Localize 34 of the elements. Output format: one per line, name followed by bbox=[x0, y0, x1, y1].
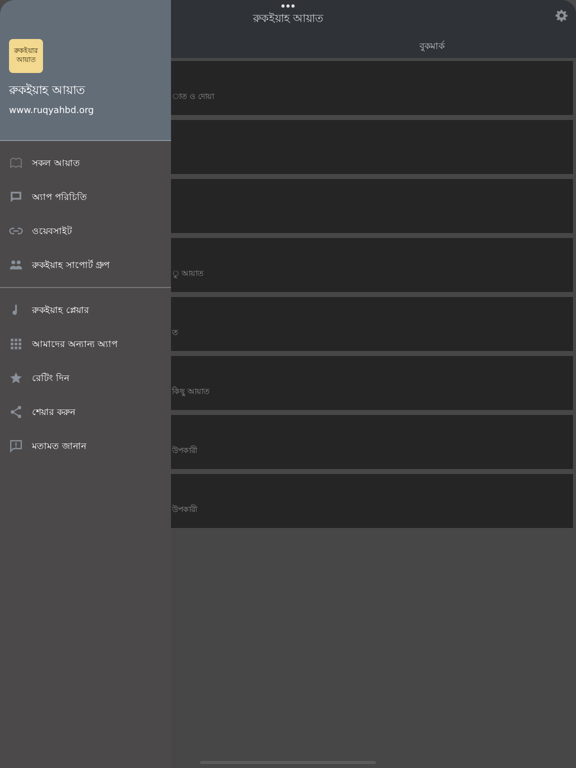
menu-item[interactable]: রুকইয়াহ সাপোর্ট গ্রুপ bbox=[32, 258, 110, 272]
tab[interactable]: বুকমার্ক bbox=[288, 39, 576, 58]
menu-item[interactable]: ওয়েবসাইট bbox=[32, 224, 72, 238]
more-icon[interactable] bbox=[281, 4, 295, 8]
chat-icon bbox=[9, 190, 23, 204]
card-subtitle: ু আয়াত bbox=[172, 268, 204, 280]
card-subtitle: উপকারী bbox=[172, 504, 197, 516]
menu-item[interactable]: আমাদের অন্যান্য অ্যাপ bbox=[32, 336, 118, 352]
card-subtitle: উপকারী bbox=[172, 444, 197, 457]
list-card[interactable]: কিছু আয়াত bbox=[171, 356, 573, 410]
list-card[interactable]: ু আয়াত bbox=[171, 238, 573, 292]
grid-icon bbox=[9, 337, 23, 351]
menu-item[interactable]: শেয়ার করুন bbox=[32, 404, 75, 420]
list-card[interactable]: াত ও দোয়া bbox=[171, 61, 573, 115]
feedback-icon bbox=[9, 439, 23, 453]
book-icon bbox=[9, 156, 23, 170]
menu-item[interactable]: মতামত জানান bbox=[32, 438, 86, 454]
list-card[interactable]: উপকারী bbox=[171, 415, 573, 469]
share-icon bbox=[9, 405, 23, 419]
settings-icon[interactable] bbox=[555, 9, 568, 22]
screen-title: রুকইয়াহ আয়াত bbox=[252, 11, 324, 27]
card-subtitle: াত ও দোয়া bbox=[172, 91, 214, 103]
app-title: রুকইয়াহ আয়াত bbox=[9, 82, 86, 99]
menu-item[interactable]: রুকইয়াহ প্লেয়ার bbox=[32, 302, 89, 318]
website-url: www.ruqyahbd.org bbox=[9, 106, 95, 116]
menu-item[interactable]: অ্যাপ পরিচিতি bbox=[32, 190, 87, 204]
list-card[interactable]: ত bbox=[171, 297, 573, 351]
people-icon bbox=[9, 258, 23, 272]
list-card[interactable]: উপকারী bbox=[171, 474, 573, 528]
star-icon bbox=[9, 371, 23, 385]
menu-item[interactable]: সকল আয়াত bbox=[32, 156, 80, 170]
card-subtitle: ত bbox=[172, 327, 178, 339]
card-subtitle: কিছু আয়াত bbox=[172, 386, 210, 398]
menu-item[interactable]: রেটিং দিন bbox=[32, 370, 69, 386]
